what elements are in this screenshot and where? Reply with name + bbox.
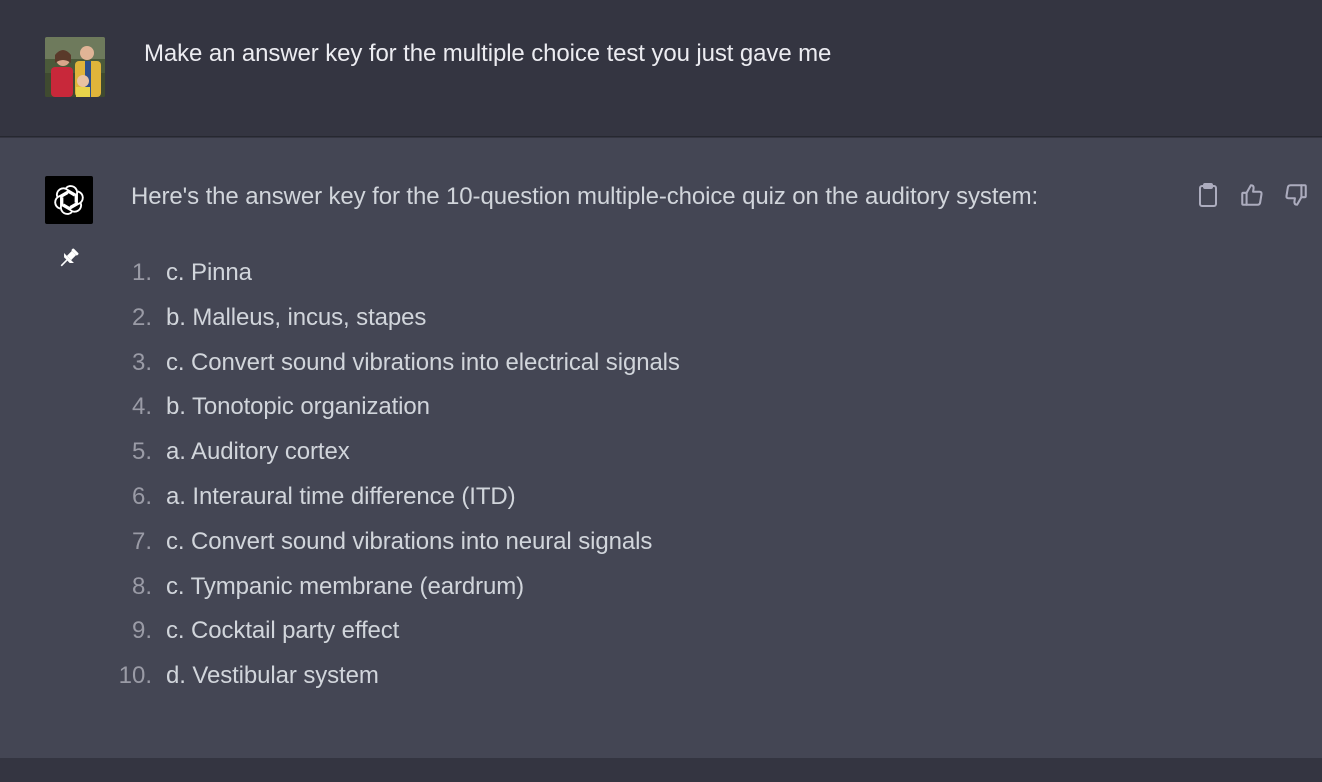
list-item-text: c. Convert sound vibrations into neural …: [166, 527, 653, 555]
chatgpt-logo-icon: [45, 176, 93, 224]
list-item: 3. c. Convert sound vibrations into elec…: [0, 349, 900, 394]
answer-list: 1. c. Pinna 2. b. Malleus, incus, stapes…: [0, 259, 900, 707]
list-item-number: 5.: [131, 438, 152, 466]
list-item-text: c. Cocktail party effect: [166, 617, 400, 645]
list-item-number: 3.: [131, 348, 152, 376]
list-item-number: 4.: [131, 393, 152, 421]
assistant-message-row: Here's the answer key for the 10-questio…: [0, 138, 1322, 758]
user-avatar: [45, 37, 105, 97]
thumbs-up-button[interactable]: [1238, 181, 1266, 209]
list-item-number: 6.: [131, 482, 152, 510]
assistant-intro-text: Here's the answer key for the 10-questio…: [131, 183, 1039, 210]
list-item-text: b. Tonotopic organization: [166, 393, 430, 421]
list-item-text: b. Malleus, incus, stapes: [166, 303, 427, 331]
list-item-number: 9.: [131, 617, 152, 645]
list-item: 7. c. Convert sound vibrations into neur…: [0, 528, 900, 573]
clipboard-icon: [1199, 183, 1217, 207]
user-message-text: Make an answer key for the multiple choi…: [144, 40, 832, 67]
list-item-text: c. Convert sound vibrations into electri…: [166, 348, 680, 376]
list-item: 4. b. Tonotopic organization: [0, 393, 900, 438]
list-item-text: a. Interaural time difference (ITD): [166, 482, 516, 510]
list-item-text: d. Vestibular system: [166, 662, 379, 690]
thumbs-down-icon: [1285, 184, 1307, 206]
list-item: 6. a. Interaural time difference (ITD): [0, 483, 900, 528]
bottom-divider: [0, 758, 1322, 782]
list-item-text: a. Auditory cortex: [166, 438, 350, 466]
list-item: 9. c. Cocktail party effect: [0, 617, 900, 662]
list-item: 5. a. Auditory cortex: [0, 438, 900, 483]
user-message-row: Make an answer key for the multiple choi…: [0, 0, 1322, 137]
list-item: 1. c. Pinna: [0, 259, 900, 304]
list-item-number: 8.: [131, 572, 152, 600]
copy-button[interactable]: [1194, 181, 1222, 209]
list-item-number: 2.: [131, 303, 152, 331]
list-item-text: c. Pinna: [166, 259, 252, 286]
list-item: 2. b. Malleus, incus, stapes: [0, 304, 900, 349]
list-item-number: 1.: [131, 259, 152, 286]
list-item-number: 7.: [131, 527, 152, 555]
message-actions: [1194, 181, 1310, 209]
list-item: 8. c. Tympanic membrane (eardrum): [0, 573, 900, 618]
list-item-number: 10.: [118, 662, 152, 690]
thumbs-down-button[interactable]: [1282, 181, 1310, 209]
list-item: 10. d. Vestibular system: [0, 662, 900, 707]
thumbs-up-icon: [1241, 184, 1263, 206]
list-item-text: c. Tympanic membrane (eardrum): [166, 572, 525, 600]
